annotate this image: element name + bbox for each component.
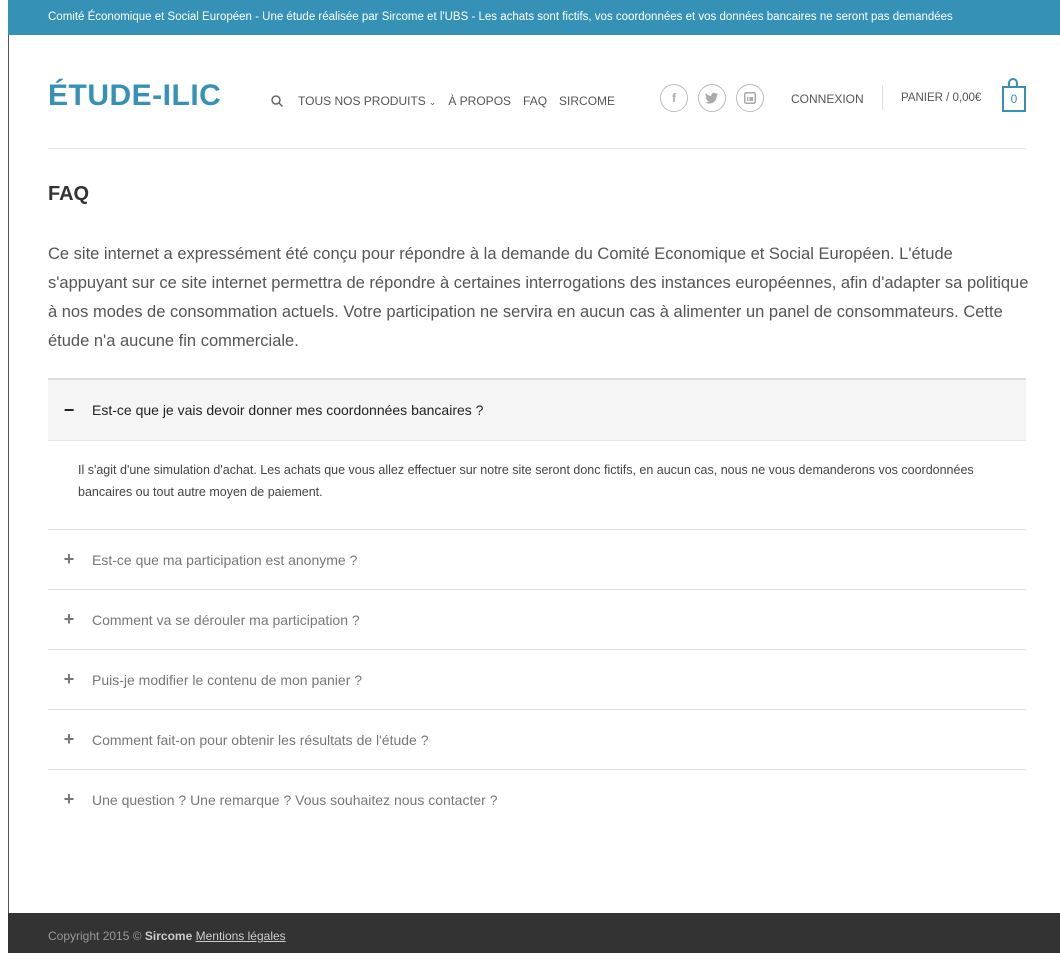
faq-question: Est-ce que ma participation est anonyme …	[92, 551, 358, 568]
facebook-icon[interactable]: f	[660, 84, 688, 112]
plus-icon: +	[63, 789, 75, 809]
faq-question-toggle[interactable]: − Est-ce que je vais devoir donner mes c…	[48, 380, 1026, 440]
faq-item: + Une question ? Une remarque ? Vous sou…	[48, 769, 1026, 829]
cart-link[interactable]: PANIER / 0,00€	[901, 92, 981, 104]
faq-item: + Comment fait-on pour obtenir les résul…	[48, 709, 1026, 769]
faq-answer: Il s'agit d'une simulation d'achat. Les …	[48, 440, 1026, 529]
faq-item: + Puis-je modifier le contenu de mon pan…	[48, 649, 1026, 709]
faq-item: − Est-ce que je vais devoir donner mes c…	[48, 378, 1026, 529]
page-title: FAQ	[48, 183, 90, 205]
faq-item: + Comment va se dérouler ma participatio…	[48, 589, 1026, 649]
window-frame-edge	[8, 0, 9, 913]
plus-icon: +	[63, 549, 75, 569]
login-link[interactable]: CONNEXION	[791, 92, 864, 106]
search-icon[interactable]	[270, 94, 284, 108]
faq-question: Puis-je modifier le contenu de mon panie…	[92, 671, 363, 688]
footer-brand: Sircome	[144, 929, 193, 943]
site-logo[interactable]: ÉTUDE-ILIC	[48, 79, 221, 113]
intro-text: Ce site internet a expressément été conç…	[48, 245, 1029, 350]
faq-question-toggle[interactable]: + Une question ? Une remarque ? Vous sou…	[48, 770, 1026, 829]
nav-item-sircome[interactable]: SIRCOME	[559, 94, 615, 108]
minus-icon: −	[63, 399, 75, 420]
plus-icon: +	[63, 729, 75, 749]
plus-icon: +	[63, 609, 75, 629]
cart-count-badge[interactable]: 0	[1002, 86, 1026, 112]
faq-question-toggle[interactable]: + Est-ce que ma participation est anonym…	[48, 530, 1026, 589]
nav-item-faq[interactable]: FAQ	[523, 94, 547, 108]
faq-accordion: − Est-ce que je vais devoir donner mes c…	[48, 378, 1026, 829]
faq-question-toggle[interactable]: + Comment va se dérouler ma participatio…	[48, 590, 1026, 649]
faq-question: Comment fait-on pour obtenir les résulta…	[92, 731, 429, 748]
announcement-bar: Comité Économique et Social Européen - U…	[8, 0, 1060, 35]
legal-notice-link[interactable]: Mentions légales	[196, 929, 286, 943]
nav-item-about[interactable]: À PROPOS	[448, 94, 511, 108]
chevron-down-icon: ⌄	[428, 97, 437, 107]
twitter-icon[interactable]	[698, 84, 726, 112]
faq-item: + Est-ce que ma participation est anonym…	[48, 529, 1026, 589]
faq-question: Une question ? Une remarque ? Vous souha…	[92, 791, 498, 808]
linkedin-icon[interactable]	[736, 84, 764, 112]
nav-item-products[interactable]: TOUS NOS PRODUITS ⌄	[298, 94, 436, 108]
header-divider-line	[48, 148, 1026, 149]
social-links: f	[660, 84, 774, 112]
faq-question-toggle[interactable]: + Puis-je modifier le contenu de mon pan…	[48, 650, 1026, 709]
footer-copyright: Copyright 2015 ©	[48, 929, 142, 943]
site-header: ÉTUDE-ILIC TOUS NOS PRODUITS ⌄ À PROPOS F…	[48, 70, 1030, 130]
plus-icon: +	[63, 669, 75, 689]
main-nav: TOUS NOS PRODUITS ⌄ À PROPOS FAQ SIRCOME	[270, 90, 627, 112]
faq-question: Comment va se dérouler ma participation …	[92, 611, 360, 628]
site-footer: Copyright 2015 © Sircome Mentions légale…	[8, 913, 1060, 953]
announcement-text: Comité Économique et Social Européen - U…	[48, 11, 953, 23]
faq-question: Est-ce que je vais devoir donner mes coo…	[92, 402, 484, 418]
nav-item-label: TOUS NOS PRODUITS	[298, 94, 426, 108]
header-divider	[882, 86, 883, 110]
faq-question-toggle[interactable]: + Comment fait-on pour obtenir les résul…	[48, 710, 1026, 769]
